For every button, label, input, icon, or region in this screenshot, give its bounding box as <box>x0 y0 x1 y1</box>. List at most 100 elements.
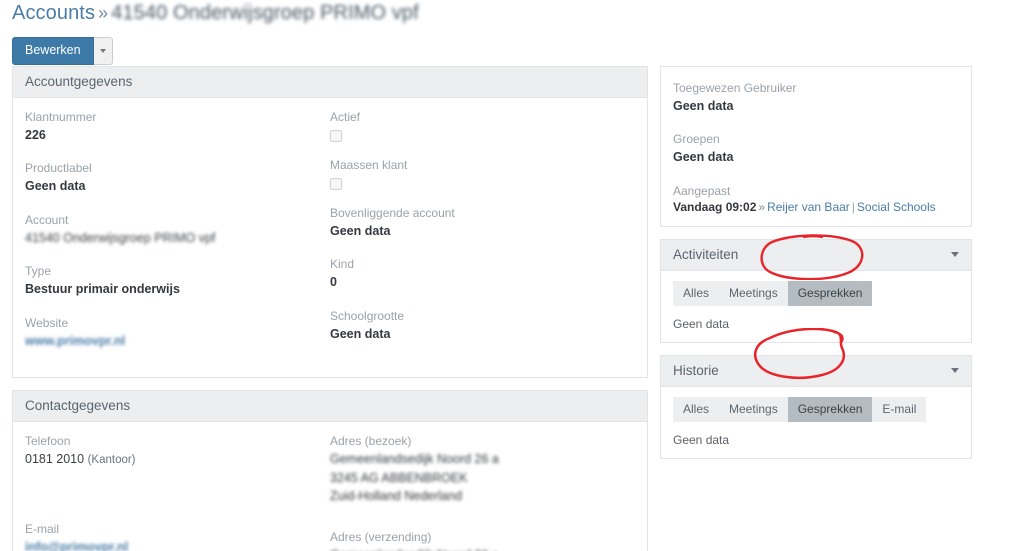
field-value: Geen data <box>673 99 734 113</box>
panel-contactgegevens: Contactgegevens Telefoon 0181 2010 (Kant… <box>12 389 648 551</box>
field-bovenliggende-account: Bovenliggende account Geen data <box>330 204 625 241</box>
field-type: Type Bestuur primair onderwijs <box>25 262 320 299</box>
accountgegevens-left-fields: Klantnummer 226 Productlabel Geen data A… <box>25 108 330 365</box>
address-line: Zuid-Holland Nederland <box>330 489 463 504</box>
field-actief: Actief <box>330 108 625 142</box>
breadcrumb-account-name: 41540 Onderwijsgroep PRIMO vpf <box>111 2 419 24</box>
chevron-down-icon[interactable] <box>951 367 959 373</box>
field-schoolgrootte: Schoolgrootte Geen data <box>330 307 625 344</box>
tab-historie-gesprekken[interactable]: Gesprekken <box>787 396 873 422</box>
panel-title-activiteiten: Activiteiten <box>673 246 739 262</box>
field-label: Type <box>25 264 52 279</box>
phone-type-suffix: (Kantoor) <box>87 453 136 466</box>
field-adres-bezoek: Adres (bezoek) Gemeenlandsedijk Noord 26… <box>330 432 625 506</box>
edit-button-group: Bewerken <box>12 37 113 65</box>
address-line: 3245 AG ABBENBROEK <box>330 470 468 485</box>
panel-historie: Historie Alles Meetings Gesprekken E-mai… <box>660 354 972 459</box>
field-aangepast: Aangepast Vandaag 09:02» Reijer van Baar |… <box>673 182 959 214</box>
main-column: Accountgegevens Klantnummer 226 Productl… <box>12 66 648 551</box>
edit-button[interactable]: Bewerken <box>12 37 94 65</box>
tab-historie-email[interactable]: E-mail <box>872 396 927 422</box>
breadcrumb-root[interactable]: Accounts <box>12 2 95 24</box>
field-label: Actief <box>330 110 361 124</box>
field-value: Geen data <box>673 150 734 165</box>
accountgegevens-right-fields: Actief Maassen klant Bovenliggende accou… <box>330 108 635 365</box>
field-label: E-mail <box>25 521 60 536</box>
tab-activiteiten-meetings[interactable]: Meetings <box>719 280 788 306</box>
field-label: Groepen <box>673 132 720 147</box>
panel-title-accountgegevens: Accountgegevens <box>13 67 647 98</box>
field-label: Maassen klant <box>330 158 408 172</box>
chevron-separator: » <box>758 199 766 214</box>
activiteiten-empty-text: Geen data <box>673 316 730 331</box>
address-line: Gemeenlandsedijk Noord 26 a <box>330 451 499 466</box>
field-value: Geen data <box>330 326 391 341</box>
panel-title-contactgegevens: Contactgegevens <box>13 390 647 422</box>
modified-org-link[interactable]: Social Schools <box>857 200 936 214</box>
field-label: Adres (verzending) <box>330 530 432 545</box>
tab-activiteiten-gesprekken[interactable]: Gesprekken <box>787 280 873 306</box>
edit-dropdown-toggle[interactable] <box>93 37 113 65</box>
field-value: 0 <box>330 275 337 290</box>
contactgegevens-left-fields: Telefoon 0181 2010 (Kantoor) E-mail info… <box>25 432 330 551</box>
field-value-address-shipping-redacted: Gemeenlandsedijk Noord 26 a 3245 AG ABBE… <box>330 546 625 551</box>
field-value-redacted: 41540 Onderwijsgroep PRIMO vpf <box>25 230 216 245</box>
checkbox-maassen-klant[interactable] <box>330 178 342 190</box>
field-website: Website www.primovpr.nl <box>25 314 320 351</box>
sidebar-column: Toegewezen Gebruiker Geen data Groepen G… <box>660 66 972 471</box>
account-detail-page: Accounts» 41540 Onderwijsgroep PRIMO vpf … <box>0 0 1024 551</box>
panel-accountgegevens: Accountgegevens Klantnummer 226 Productl… <box>12 66 648 378</box>
field-email: E-mail info@primovpr.nl <box>25 520 320 551</box>
breadcrumb-separator: » <box>98 3 109 23</box>
field-label: Adres (bezoek) <box>330 433 412 448</box>
field-label: Toegewezen Gebruiker <box>673 81 797 95</box>
panel-header-activiteiten[interactable]: Activiteiten <box>661 239 971 271</box>
tab-historie-alles[interactable]: Alles <box>673 396 720 422</box>
phone-number-redacted: 0181 2010 <box>25 451 85 466</box>
historie-empty-text: Geen data <box>673 432 730 447</box>
panel-title-historie: Historie <box>673 362 719 378</box>
field-maassen-klant: Maassen klant <box>330 156 625 190</box>
checkbox-actief[interactable] <box>330 130 342 142</box>
field-productlabel: Productlabel Geen data <box>25 159 320 196</box>
field-label: Schoolgrootte <box>330 308 405 323</box>
historie-tabs: Alles Meetings Gesprekken E-mail <box>673 396 927 422</box>
field-value: Bestuur primair onderwijs <box>25 282 180 297</box>
field-value: Geen data <box>330 224 391 238</box>
chevron-down-icon[interactable] <box>951 251 959 257</box>
field-label: Telefoon <box>25 433 71 448</box>
panel-activiteiten: Activiteiten Alles Meetings Gesprekken G… <box>660 238 972 343</box>
field-label: Klantnummer <box>25 110 97 124</box>
address-line: Gemeenlandsedijk Noord 26 a <box>330 546 625 551</box>
modified-meta: Vandaag 09:02» Reijer van Baar | Social Sch… <box>673 200 959 214</box>
field-adres-verzending: Adres (verzending) Gemeenlandsedijk Noor… <box>330 528 625 551</box>
activiteiten-tabs: Alles Meetings Gesprekken <box>673 280 873 306</box>
field-label: Bovenliggende account <box>330 206 455 220</box>
field-value-address-visit-redacted: Gemeenlandsedijk Noord 26 a 3245 AG ABBE… <box>330 450 625 506</box>
field-value: Geen data <box>25 179 86 194</box>
field-value-telefoon: 0181 2010 (Kantoor) <box>25 450 320 470</box>
tab-activiteiten-alles[interactable]: Alles <box>673 280 720 306</box>
contactgegevens-right-fields: Adres (bezoek) Gemeenlandsedijk Noord 26… <box>330 432 635 551</box>
breadcrumb: Accounts» 41540 Onderwijsgroep PRIMO vpf <box>12 2 419 25</box>
tab-historie-meetings[interactable]: Meetings <box>719 396 788 422</box>
field-account: Account 41540 Onderwijsgroep PRIMO vpf <box>25 211 320 248</box>
field-label: Productlabel <box>25 161 92 176</box>
sidebar-info-card: Toegewezen Gebruiker Geen data Groepen G… <box>660 66 972 227</box>
pipe-separator: | <box>851 199 855 214</box>
panel-header-historie[interactable]: Historie <box>661 355 971 387</box>
field-groepen: Groepen Geen data <box>673 130 959 167</box>
caret-down-icon <box>99 48 106 53</box>
modified-timestamp: Vandaag 09:02 <box>673 199 757 214</box>
field-value: 226 <box>25 128 46 142</box>
field-value-website-link[interactable]: www.primovpr.nl <box>25 332 320 351</box>
field-toegewezen-gebruiker: Toegewezen Gebruiker Geen data <box>673 79 959 116</box>
modified-user-link[interactable]: Reijer van Baar <box>767 200 850 214</box>
field-telefoon: Telefoon 0181 2010 (Kantoor) <box>25 432 320 470</box>
field-label: Aangepast <box>673 183 731 198</box>
field-label: Kind <box>330 257 355 272</box>
field-value-email-redacted[interactable]: info@primovpr.nl <box>25 538 320 551</box>
field-kind: Kind 0 <box>330 255 625 292</box>
field-label: Account <box>25 212 69 227</box>
field-label: Website <box>25 315 69 330</box>
